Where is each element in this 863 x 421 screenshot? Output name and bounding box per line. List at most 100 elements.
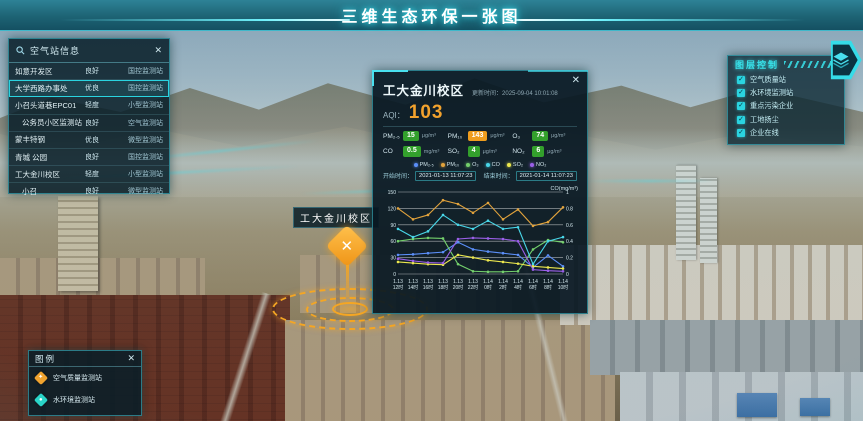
layer-checkbox[interactable]: ✓ <box>737 102 745 110</box>
station-row[interactable]: 大学西路办事处优良国控监测站 <box>9 80 169 97</box>
app-root: 工大金川校区 ✕ 三维生态环保一张图 空气站信息 ✕ 如意开发区良好国控监测站大… <box>0 0 863 421</box>
start-time-group: 开始时间： 2021-01-13 11:07:23 <box>383 171 476 181</box>
station-row[interactable]: 蒙丰特钢优良微型监测站 <box>9 132 169 149</box>
chart-wrap: CO(mg/m³)030609012015000.20.40.60.811.13… <box>383 184 577 307</box>
pollutant-value-badge: 74 <box>532 131 548 141</box>
legend-panel-header: 图例 ✕ <box>29 351 141 367</box>
popup-close-icon[interactable]: ✕ <box>572 76 580 86</box>
chart-legend-item[interactable]: CO <box>486 162 500 168</box>
svg-text:0: 0 <box>393 272 396 278</box>
building-block <box>285 320 615 421</box>
station-type: 微型监测站 <box>109 135 163 145</box>
legend-panel-close-icon[interactable]: ✕ <box>127 354 135 363</box>
layer-item[interactable]: ✓空气质量站 <box>728 73 844 86</box>
decor-stripes <box>784 61 837 68</box>
end-time-input[interactable]: 2021-01-14 11:07:23 <box>516 171 577 181</box>
svg-text:1.1314时: 1.1314时 <box>408 279 419 291</box>
pollutant-value-badge: 15 <box>403 131 419 141</box>
pollutant-unit: μg/m³ <box>547 149 561 155</box>
svg-text:1.144时: 1.144时 <box>513 279 523 291</box>
station-level: 轻度 <box>85 169 109 179</box>
layer-item[interactable]: ✓ 工地扬尘 <box>728 113 844 126</box>
station-row[interactable]: 如意开发区良好国控监测站 <box>9 63 169 80</box>
pollutant-cell: CO0.5mg/m³ <box>383 146 448 156</box>
station-row[interactable]: 工大金川校区轻度小型监测站 <box>9 166 169 183</box>
legend-label: PM₂.₅ <box>420 162 434 168</box>
station-type: 国控监测站 <box>109 152 163 162</box>
station-panel-close-icon[interactable]: ✕ <box>154 46 162 55</box>
station-row[interactable]: 青城 公园良好国控监测站 <box>9 149 169 166</box>
station-list: 如意开发区良好国控监测站大学西路办事处优良国控监测站小召头道巷EPC01轻度小型… <box>9 63 169 200</box>
building-block <box>590 320 863 375</box>
layer-panel: 图层控制 ✓空气质量站✓水环境监测站✓重点污染企业✓工地扬尘✓企业在线 <box>727 55 845 145</box>
svg-text:120: 120 <box>388 206 397 212</box>
start-time-input[interactable]: 2021-01-13 11:07:23 <box>415 171 476 181</box>
svg-text:1.1318时: 1.1318时 <box>438 279 449 291</box>
chart-legend-item[interactable]: O₃ <box>466 162 479 168</box>
layer-checkbox[interactable]: ✓ <box>737 129 745 137</box>
layer-checkbox[interactable]: ✓ <box>737 116 745 124</box>
network-glow-line <box>585 180 715 182</box>
aqi-label: AQI： <box>383 110 405 121</box>
station-row[interactable]: 小召头道巷EPC01轻度小型监测站 <box>9 97 169 114</box>
station-level: 优良 <box>85 135 109 145</box>
legend-label: NO₂ <box>536 162 546 168</box>
svg-text:90: 90 <box>390 223 396 229</box>
chart-legend-item[interactable]: SO₂ <box>507 162 523 168</box>
station-name: 公务员小区监测站 <box>15 117 85 128</box>
svg-text:60: 60 <box>390 239 396 245</box>
station-type: 小型监测站 <box>109 100 163 110</box>
building-block <box>560 245 863 325</box>
layer-item[interactable]: ✓企业在线 <box>728 127 844 140</box>
legend-label: O₃ <box>472 162 479 168</box>
search-icon[interactable] <box>16 46 25 55</box>
poi-ring-core <box>332 302 368 316</box>
legend-dot <box>414 163 418 167</box>
svg-text:1.1316时: 1.1316时 <box>423 279 434 291</box>
pollutant-unit: μg/m³ <box>483 149 497 155</box>
chart-legend-item[interactable]: PM₁₀ <box>441 162 459 168</box>
layer-item[interactable]: ✓重点污染企业 <box>728 100 844 113</box>
layer-label: 水环境监测站 <box>750 88 793 98</box>
divider <box>383 126 577 127</box>
station-level: 轻度 <box>85 100 109 110</box>
building-block <box>620 372 863 421</box>
building-block <box>676 165 696 260</box>
poi-label[interactable]: 工大金川校区 <box>293 207 379 228</box>
legend-panel-title: 图例 <box>35 353 127 365</box>
pollutant-unit: μg/m³ <box>490 133 504 139</box>
end-time-group: 结束时间： 2021-01-14 11:07:23 <box>484 171 577 181</box>
svg-text:1.1320时: 1.1320时 <box>453 279 464 291</box>
station-type: 微型监测站 <box>109 186 163 196</box>
building-block <box>737 393 777 417</box>
pollutant-unit: μg/m³ <box>551 133 565 139</box>
pollutant-unit: μg/m³ <box>422 133 436 139</box>
legend-item: ●水环境监测站 <box>29 389 141 411</box>
layer-checkbox[interactable]: ✓ <box>737 76 745 84</box>
station-panel-title: 空气站信息 <box>30 44 149 57</box>
pollutant-cell: PM₁₀143μg/m³ <box>448 131 513 141</box>
chart-legend-item[interactable]: PM₂.₅ <box>414 162 434 168</box>
layer-checkbox[interactable]: ✓ <box>737 89 745 97</box>
svg-text:0: 0 <box>566 272 569 278</box>
layer-panel-title: 图层控制 <box>735 58 779 71</box>
legend-item: ✦空气质量监测站 <box>29 367 141 389</box>
legend-panel: 图例 ✕ ✦空气质量监测站●水环境监测站 <box>28 350 142 416</box>
pollutant-cell: SO₂4μg/m³ <box>448 146 513 156</box>
station-row[interactable]: 小召良好微型监测站 <box>9 183 169 199</box>
chart-legend-item[interactable]: NO₂ <box>530 162 546 168</box>
start-time-label: 开始时间： <box>383 171 413 180</box>
building-block <box>700 178 717 263</box>
legend-dot <box>466 163 470 167</box>
svg-text:1.146时: 1.146时 <box>528 279 538 291</box>
popup-updated-time: 更新时间：2025-09-04 10:01:08 <box>472 88 558 97</box>
layer-item[interactable]: ✓ 水环境监测站 <box>728 86 844 99</box>
aqi-value: 103 <box>409 102 444 124</box>
station-name: 工大金川校区 <box>15 169 85 180</box>
legend-item-label: 空气质量监测站 <box>53 373 102 383</box>
layer-label: 工地扬尘 <box>750 115 779 125</box>
end-time-label: 结束时间： <box>484 171 514 180</box>
pollutant-value-badge: 0.5 <box>403 146 421 156</box>
pollutant-cell: PM₂.₅15μg/m³ <box>383 131 448 141</box>
station-row[interactable]: 公务员小区监测站良好空气监测站 <box>9 115 169 132</box>
